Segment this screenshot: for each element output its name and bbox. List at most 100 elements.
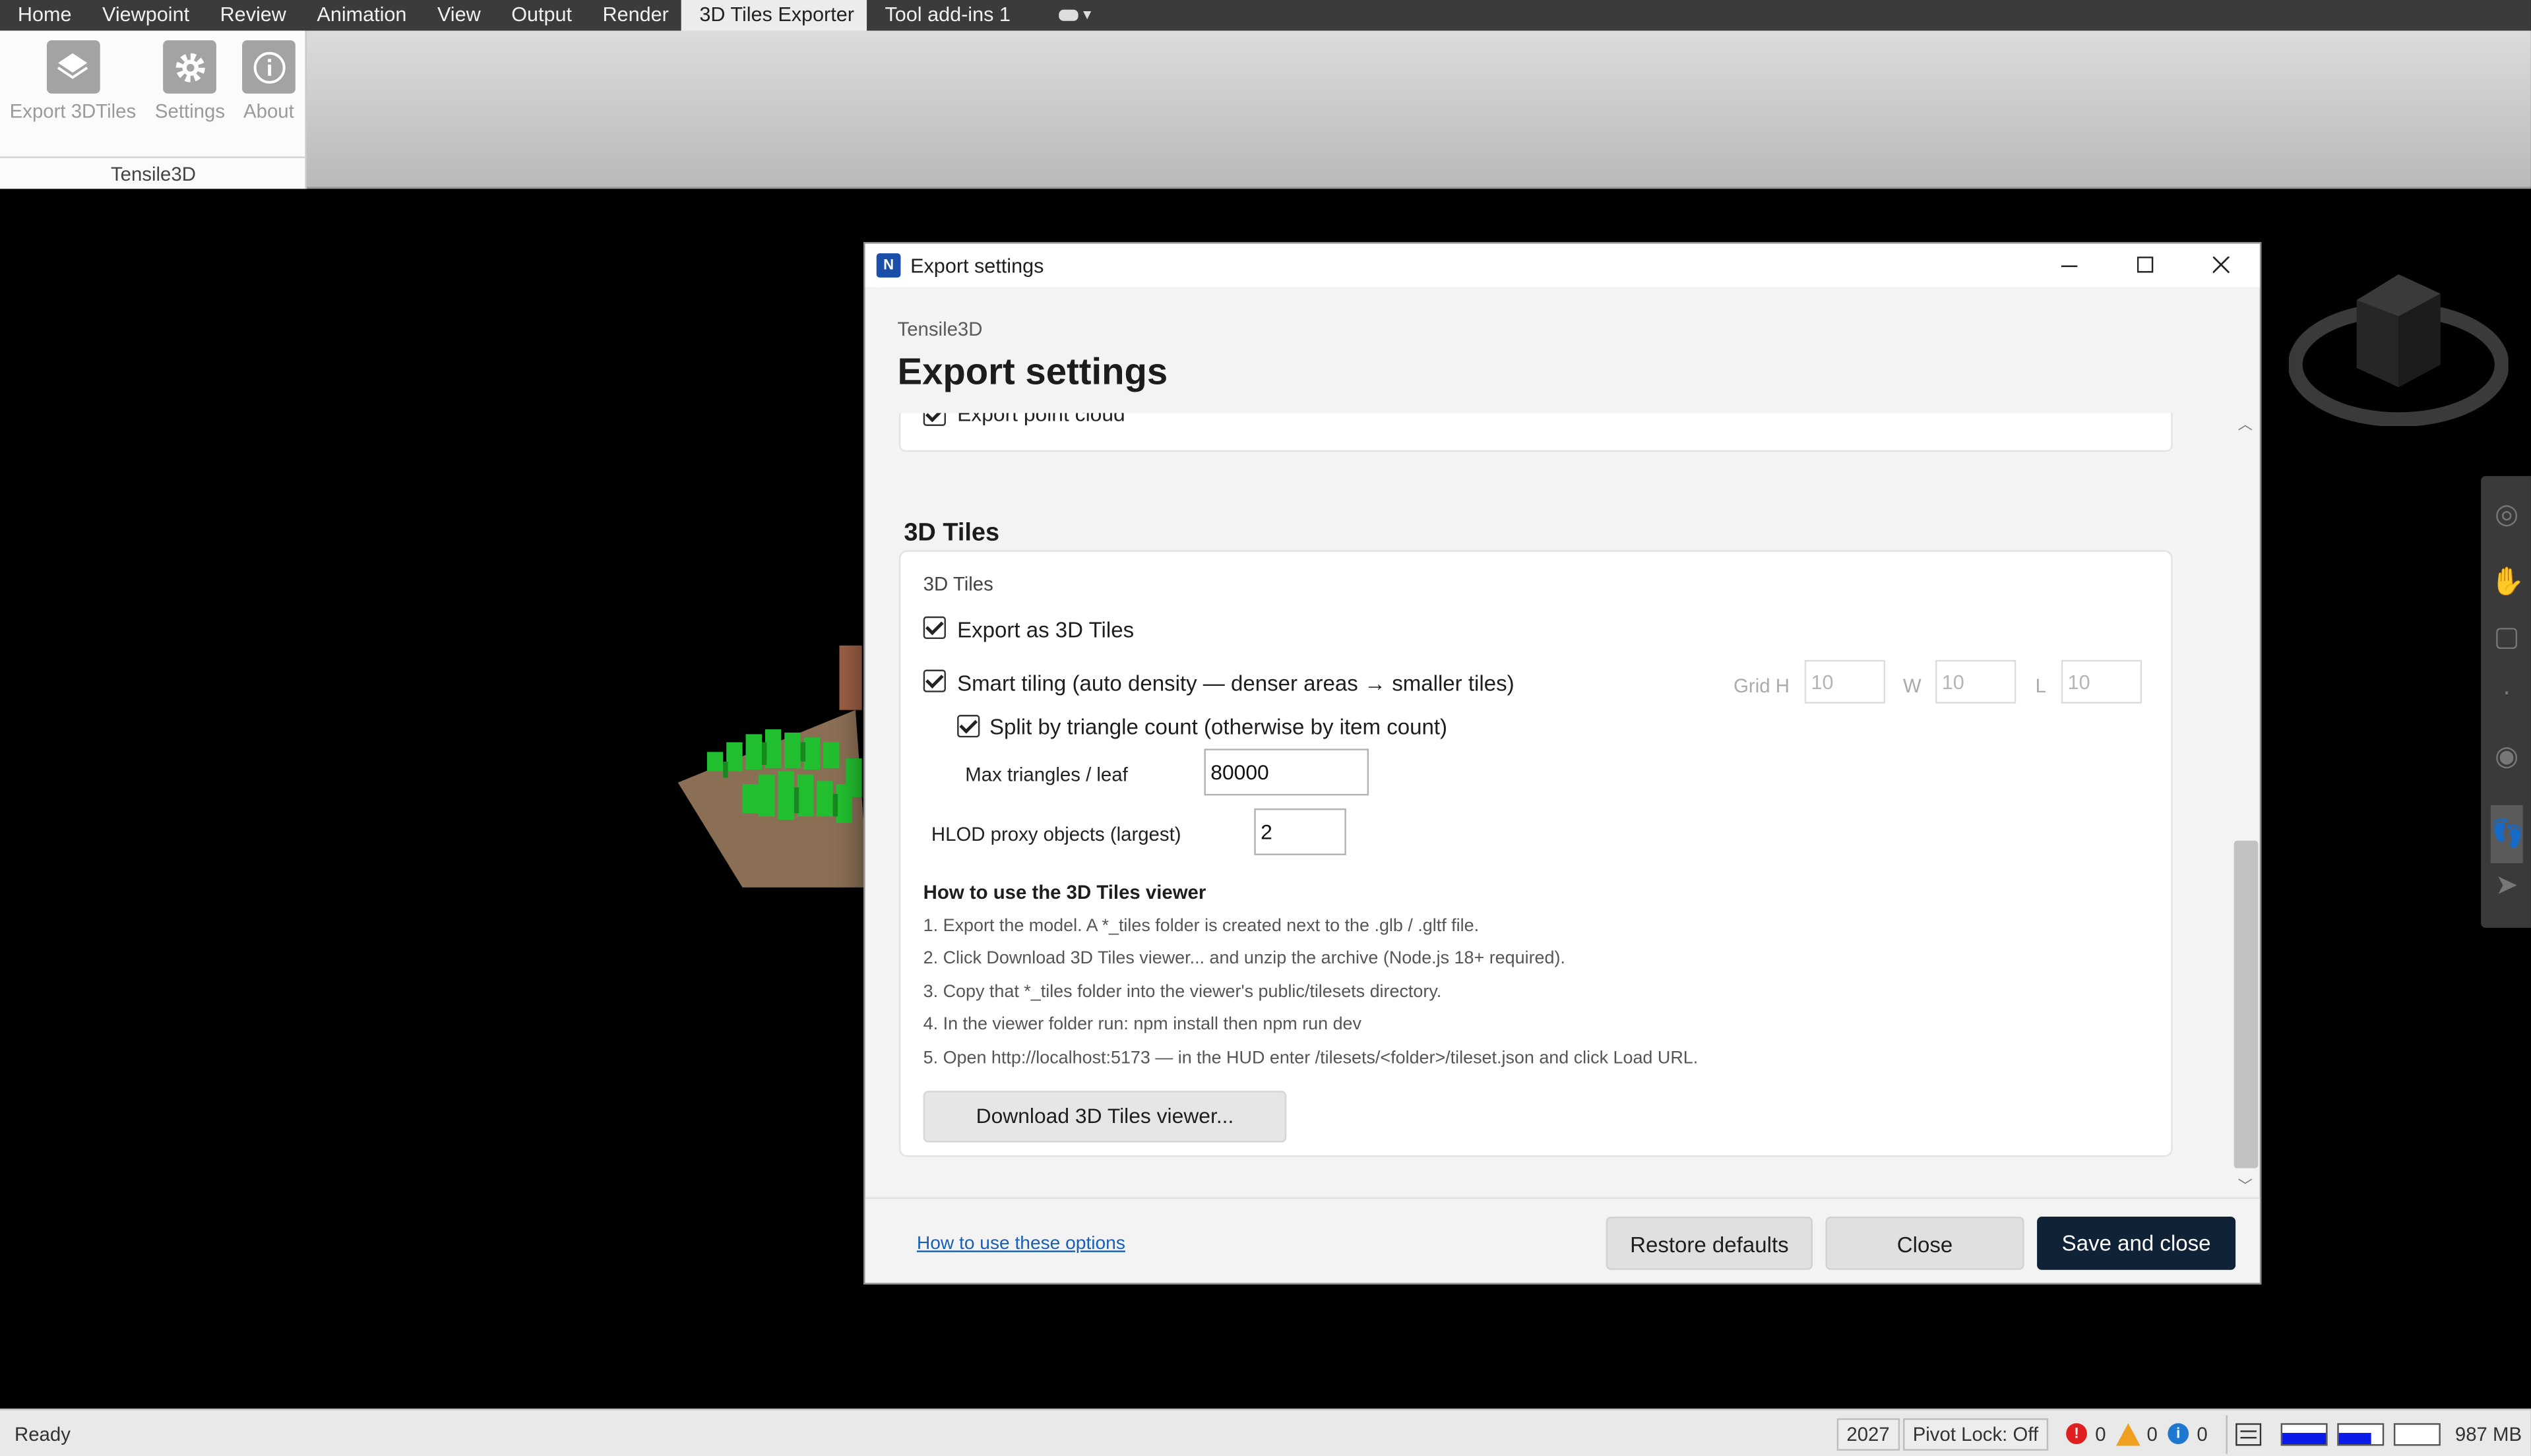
grid-l-label: L bbox=[2035, 674, 2047, 698]
menu-animation[interactable]: Animation bbox=[299, 0, 420, 30]
scene-model bbox=[677, 645, 869, 888]
export-3dtiles-label: Export 3DTiles bbox=[9, 100, 137, 123]
how-to-title: How to use the 3D Tiles viewer bbox=[923, 881, 1206, 904]
render-progress-meter bbox=[2280, 1423, 2328, 1446]
ribbon-panel-tensile3d: Export 3DTiles Settings About Tensile3D bbox=[0, 30, 307, 189]
menu-view[interactable]: View bbox=[420, 0, 493, 30]
minimize-button[interactable] bbox=[2032, 243, 2108, 287]
memory-usage: 987 MB bbox=[2454, 1423, 2522, 1446]
select-pointer-icon[interactable]: ➤ bbox=[2491, 870, 2523, 902]
menu-review[interactable]: Review bbox=[203, 0, 299, 30]
year-indicator: 2027 bbox=[1836, 1418, 1900, 1451]
dialog-header-title: Export settings bbox=[897, 349, 1168, 392]
load-progress-meter bbox=[2337, 1423, 2385, 1446]
save-and-close-button[interactable]: Save and close bbox=[2037, 1217, 2236, 1270]
smart-tiling-checkbox[interactable] bbox=[923, 669, 946, 692]
sheet-browser-icon[interactable] bbox=[2235, 1423, 2262, 1446]
restore-defaults-button[interactable]: Restore defaults bbox=[1606, 1217, 1813, 1270]
scrollbar-thumb[interactable] bbox=[2234, 840, 2259, 1168]
steering-wheel-icon[interactable]: ◎ bbox=[2491, 499, 2523, 531]
window-controls bbox=[2032, 243, 2260, 287]
hlod-proxy-label: HLOD proxy objects (largest) bbox=[931, 822, 1181, 846]
status-bar: Ready 2027 Pivot Lock: Off ! 0 0 i 0 987… bbox=[0, 1409, 2531, 1456]
close-icon bbox=[2212, 257, 2230, 274]
dialog-titlebar[interactable]: N Export settings bbox=[865, 243, 2260, 288]
how-to-step: 4. In the viewer folder run: npm install… bbox=[923, 1015, 1362, 1035]
help-link[interactable]: How to use these options bbox=[917, 1234, 1125, 1254]
grid-l-input[interactable]: 10 bbox=[2061, 659, 2142, 704]
maximize-button[interactable] bbox=[2108, 243, 2184, 287]
point-cloud-card: Export point cloud bbox=[898, 413, 2173, 452]
navigation-bar: ◎ ✋ ▢ · ◉ 👣 ➤ bbox=[2481, 475, 2531, 928]
export-as-3d-tiles-label: Export as 3D Tiles bbox=[957, 618, 1135, 642]
export-3dtiles-button[interactable]: Export 3DTiles bbox=[10, 40, 136, 123]
max-triangles-input[interactable]: 80000 bbox=[1204, 748, 1369, 796]
dialog-header-subtitle: Tensile3D bbox=[897, 318, 983, 341]
export-as-3d-tiles-checkbox[interactable] bbox=[923, 616, 946, 640]
settings-button[interactable]: Settings bbox=[155, 40, 225, 123]
menu-3d-tiles-exporter[interactable]: 3D Tiles Exporter bbox=[681, 0, 867, 31]
menu-home[interactable]: Home bbox=[0, 0, 84, 30]
quick-access-dropdown[interactable]: ▾ bbox=[1059, 7, 1091, 24]
export-point-cloud-checkbox[interactable] bbox=[923, 413, 946, 427]
pivot-lock-indicator[interactable]: Pivot Lock: Off bbox=[1903, 1418, 2048, 1451]
smart-tiling-label: Smart tiling (auto density — denser area… bbox=[957, 671, 1515, 696]
chevron-down-icon: ▾ bbox=[1083, 6, 1092, 24]
memory-meter bbox=[2393, 1423, 2441, 1446]
vertical-scrollbar[interactable]: ︿ ﹀ bbox=[2232, 413, 2260, 1199]
grid-h-label: Grid H bbox=[1734, 674, 1790, 698]
grid-h-input[interactable]: 10 bbox=[1804, 659, 1886, 704]
ribbon-group-label: Tensile3D bbox=[0, 156, 307, 189]
how-to-step: 3. Copy that *_tiles folder into the vie… bbox=[923, 983, 1442, 1002]
gear-icon bbox=[163, 40, 217, 94]
about-button[interactable]: About bbox=[242, 40, 296, 123]
menu-tool-add-ins[interactable]: Tool add-ins 1 bbox=[867, 0, 1024, 30]
dialog-footer: How to use these options Restore default… bbox=[865, 1197, 2260, 1283]
menu-viewpoint[interactable]: Viewpoint bbox=[84, 0, 203, 30]
settings-scroll-area[interactable]: Export point cloud 3D Tiles 3D Tiles Exp… bbox=[865, 413, 2260, 1199]
app-icon: N bbox=[876, 253, 901, 278]
how-to-step: 5. Open http://localhost:5173 — in the H… bbox=[923, 1048, 1699, 1068]
error-icon: ! bbox=[2066, 1423, 2087, 1445]
toggle-icon bbox=[1059, 9, 1078, 21]
ribbon: Export 3DTiles Settings About Tensile3D bbox=[0, 30, 2531, 189]
info-icon: i bbox=[2168, 1423, 2189, 1445]
pan-hand-icon[interactable]: ✋ bbox=[2491, 566, 2525, 599]
dialog-window-title: Export settings bbox=[910, 254, 1044, 277]
scroll-up-icon[interactable]: ︿ bbox=[2237, 416, 2253, 432]
about-label: About bbox=[243, 100, 294, 123]
max-triangles-label: Max triangles / leaf bbox=[965, 763, 1128, 786]
section-3d-tiles-title: 3D Tiles bbox=[904, 519, 1000, 547]
scroll-down-icon[interactable]: ﹀ bbox=[2237, 1178, 2253, 1194]
split-by-triangle-label: Split by triangle count (otherwise by it… bbox=[989, 715, 1448, 739]
settings-label: Settings bbox=[154, 100, 226, 123]
info-icon bbox=[242, 40, 296, 94]
minimize-icon bbox=[2061, 265, 2078, 267]
info-count: 0 bbox=[2197, 1423, 2208, 1446]
maximize-icon bbox=[2137, 257, 2154, 273]
grid-w-input[interactable]: 10 bbox=[1935, 659, 2016, 704]
export-point-cloud-label: Export point cloud bbox=[957, 413, 1125, 427]
how-to-step: 2. Click Download 3D Tiles viewer... and… bbox=[923, 948, 1565, 969]
grid-w-label: W bbox=[1903, 674, 1922, 698]
menu-render[interactable]: Render bbox=[585, 0, 682, 30]
3d-tiles-card: 3D Tiles Export as 3D Tiles Smart tiling… bbox=[898, 550, 2173, 1157]
menu-bar: Home Viewpoint Review Animation View Out… bbox=[0, 0, 2531, 31]
warning-count: 0 bbox=[2146, 1423, 2158, 1446]
walk-icon[interactable]: 👣 bbox=[2490, 805, 2525, 864]
download-viewer-button[interactable]: Download 3D Tiles viewer... bbox=[923, 1091, 1287, 1143]
cube-export-icon bbox=[46, 40, 100, 94]
close-button[interactable]: Close bbox=[1825, 1217, 2024, 1270]
hlod-proxy-input[interactable]: 2 bbox=[1254, 808, 1346, 855]
orbit-icon[interactable]: · bbox=[2491, 676, 2523, 708]
look-around-icon[interactable]: ◉ bbox=[2491, 741, 2523, 773]
status-divider bbox=[2226, 1415, 2228, 1454]
close-window-button[interactable] bbox=[2184, 243, 2260, 287]
zoom-window-icon[interactable]: ▢ bbox=[2491, 621, 2523, 653]
view-cube[interactable] bbox=[2288, 271, 2509, 427]
warning-icon bbox=[2116, 1423, 2140, 1446]
split-by-triangle-checkbox[interactable] bbox=[957, 715, 980, 738]
card-heading: 3D Tiles bbox=[923, 572, 993, 595]
menu-output[interactable]: Output bbox=[493, 0, 584, 30]
how-to-step: 1. Export the model. A *_tiles folder is… bbox=[923, 916, 1480, 936]
